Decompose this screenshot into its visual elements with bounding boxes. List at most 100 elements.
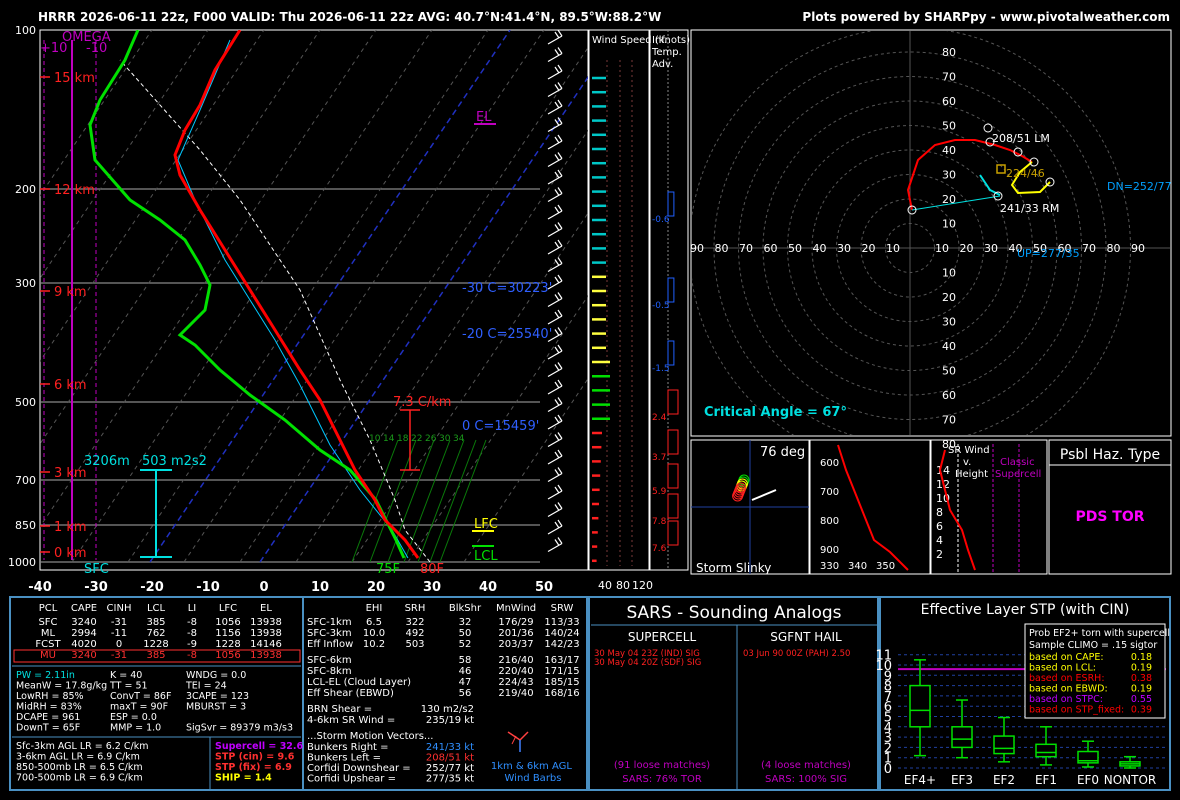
mixing-ratio-label: 22 — [411, 434, 422, 444]
stp-box — [951, 726, 973, 749]
rm-label: 241/33 RM — [1000, 202, 1059, 215]
pressure-tick: 1000 — [8, 556, 36, 569]
theta-e-temp-tick: 350 — [876, 561, 895, 572]
hodograph-x-tick: 10 — [886, 242, 900, 255]
wind-barb — [547, 484, 563, 500]
kinematic-cell: 219/40 — [498, 688, 533, 699]
stp-category-label: EF2 — [993, 773, 1015, 787]
hodograph-x-tick: 70 — [1082, 242, 1096, 255]
hodograph-ring-label: 40 — [942, 340, 956, 353]
kinematic-cell: 113/33 — [544, 617, 579, 628]
kinematic-header: MnWind — [496, 603, 536, 614]
temperature-trace — [173, 30, 420, 559]
temperature-tick: 10 — [311, 580, 329, 595]
temp-advection-panel: -0.6 -0.5 -1.5 2.4 3.7 5.9 7.8 7.6 Inf.Temp.Adv. — [649, 29, 689, 571]
hazard-panel: Psbl Haz. Type PDS TOR — [1048, 439, 1172, 575]
sars-supercell-pct: SARS: 76% TOR — [622, 774, 702, 785]
sr-wind-height-tick: 6 — [936, 520, 943, 533]
storm-slinky-panel: 76 deg Storm Slinky — [690, 439, 810, 575]
height-label: 12 km — [54, 183, 95, 198]
sr-wind-height-tick: 2 — [936, 548, 943, 561]
stp-box — [1035, 743, 1057, 758]
mixing-ratio-label: 26 — [425, 434, 437, 444]
hodograph-panel: 10 10 20 20 30 30 40 40 50 50 60 60 70 70 80 80 90 80 70 60… — [690, 29, 1172, 451]
hodograph-x-tick: 80 — [1107, 242, 1121, 255]
kinematic-cell: 10.0 — [363, 628, 385, 639]
hodograph-x-tick: 30 — [837, 242, 851, 255]
storm-motion-value: 277/35 kt — [426, 774, 474, 785]
stp-prob-label: based on LCL: — [1029, 663, 1096, 674]
temp-advection-title: Inf. — [652, 35, 667, 46]
index-cell: PW = 2.11in — [16, 670, 75, 681]
parcel-cell: 2994 — [71, 628, 96, 639]
wind-barb — [547, 309, 563, 325]
temp-advection-bar — [667, 340, 675, 366]
lapse-rate-row: 700-500mb LR = 6.9 C/km — [16, 773, 143, 784]
iso-0-label: 0 C=15459' — [462, 419, 539, 434]
wind-barb — [547, 82, 563, 98]
barb-inset — [507, 731, 529, 752]
wind-barb — [547, 222, 563, 238]
kinematic-header: SRH — [405, 603, 426, 614]
kinematic-row-label: Eff Shear (EBWD) — [307, 688, 394, 699]
stp-prob-label: based on STPC: — [1029, 694, 1103, 705]
parcel-header: LI — [188, 603, 197, 614]
parcel-cell: 14146 — [250, 639, 282, 650]
sfc-label: SFC — [84, 562, 109, 577]
kinematic-cell: 185/15 — [544, 677, 579, 688]
stp-prob-label: based on EBWD: — [1029, 684, 1108, 695]
temperature-tick: 50 — [535, 580, 553, 595]
temp-advection-bar — [667, 493, 679, 519]
temperature-tick: -20 — [140, 580, 164, 595]
inflow-line — [911, 195, 1001, 211]
slinky-deg: 76 deg — [760, 445, 805, 460]
parcel-header: CINH — [107, 603, 132, 614]
wind-speed-tick-80: 80 — [616, 579, 630, 592]
stp-category-label: EF3 — [951, 773, 973, 787]
hodograph-ring-label: 20 — [942, 291, 956, 304]
stp-prob-label: based on CAPE: — [1029, 652, 1104, 663]
kinematic-cell: 56 — [459, 688, 472, 699]
index-cell: SigSvr = 89379 m3/s3 — [186, 723, 293, 734]
temperature-tick: -30 — [84, 580, 108, 595]
hodograph-ring-label: 20 — [942, 193, 956, 206]
storm-motion-value: 252/77 kt — [426, 763, 474, 774]
hodograph-x-tick: 20 — [960, 242, 974, 255]
wind-speed-title: Wind Speed (knots) — [592, 35, 690, 46]
composite-row: SHIP = 1.4 — [215, 773, 272, 784]
stp-panel: Effective Layer STP (with CIN) 012345678… — [875, 602, 1170, 787]
temp-advection-bar — [667, 520, 679, 546]
iso-30-label: -30 C=30223' — [462, 281, 552, 296]
parcel-cell: -9 — [187, 639, 197, 650]
hazard-value: PDS TOR — [1075, 509, 1144, 525]
index-cell: MBURST = 3 — [186, 702, 246, 713]
mean-wind-label: 224/46 — [1006, 167, 1045, 180]
wind-barb — [547, 47, 563, 63]
hodograph-marker — [983, 123, 993, 133]
parcel-cell: -31 — [111, 650, 127, 661]
mixing-ratio-label: 10 — [369, 434, 381, 444]
stp-prob-value: 0.19 — [1131, 663, 1152, 674]
parcel-cell: 4020 — [71, 639, 96, 650]
sars-panel: SARS - Sounding Analogs SUPERCELL SGFNT … — [591, 603, 877, 789]
kinematic-cell: 52 — [459, 639, 472, 650]
theta-e-pressure-tick: 800 — [820, 516, 839, 527]
hodograph-x-tick: 40 — [813, 242, 827, 255]
wind-barb — [547, 187, 563, 203]
slinky-title: Storm Slinky — [696, 561, 771, 575]
mixing-ratio-label: 14 — [383, 434, 395, 444]
lapse-rate-row: Sfc-3km AGL LR = 6.2 C/km — [16, 741, 148, 752]
kinematic-header: SRW — [551, 603, 574, 614]
theta-e-temp-tick: 340 — [848, 561, 867, 572]
composite-row: Supercell = 32.6 — [215, 741, 304, 752]
hodograph-x-tick: 10 — [935, 242, 949, 255]
index-cell: maxT = 90F — [110, 702, 168, 713]
pressure-tick: 200 — [15, 183, 36, 196]
pressure-tick: 300 — [15, 277, 36, 290]
hodograph-ring-label: 50 — [942, 120, 956, 133]
composite-row: STP (fix) = 6.9 — [215, 762, 292, 773]
wind-barb — [547, 397, 563, 413]
kinematic-cell: 142/23 — [544, 639, 579, 650]
index-cell: ESP = 0.0 — [110, 712, 157, 723]
index-cell: MidRH = 83% — [16, 702, 82, 713]
